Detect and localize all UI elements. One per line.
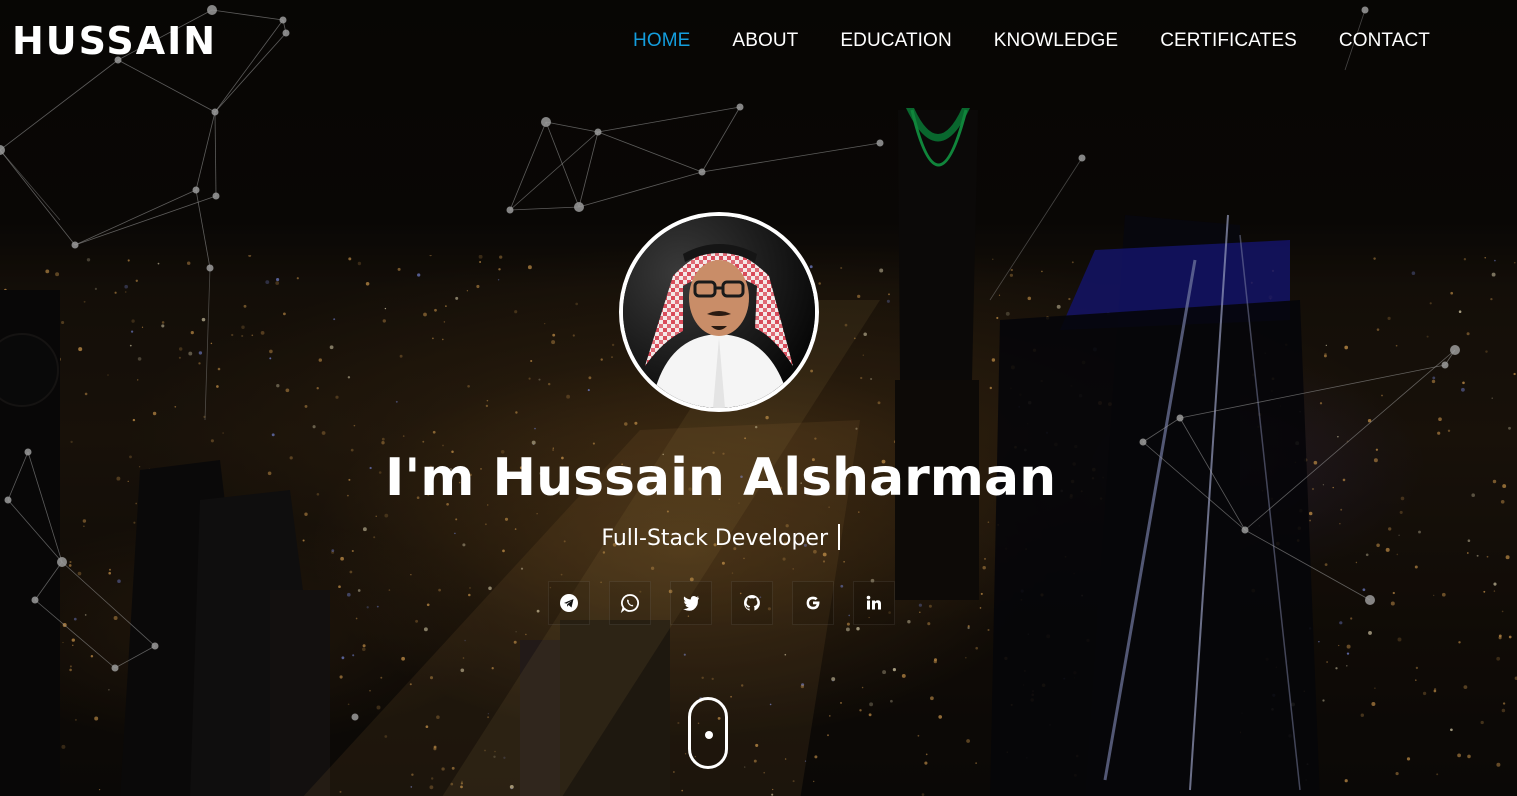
google-icon: [806, 596, 820, 610]
brand-logo[interactable]: HUSSAIN: [12, 18, 217, 64]
github-button[interactable]: [731, 581, 773, 625]
hero-title-wrap: I'm Hussain Alsharman: [385, 447, 1057, 509]
whatsapp-icon: [620, 594, 639, 613]
typed-role: Full-Stack Developer: [601, 526, 828, 551]
typing-caret: [838, 524, 840, 550]
nav-knowledge[interactable]: KNOWLEDGE: [994, 30, 1118, 52]
nav-contact[interactable]: CONTACT: [1339, 30, 1430, 52]
nav-about[interactable]: ABOUT: [732, 30, 798, 52]
linkedin-button[interactable]: [853, 581, 895, 625]
scroll-down-indicator[interactable]: [688, 697, 728, 769]
profile-avatar: [619, 212, 819, 412]
social-links: [548, 581, 895, 625]
hero-subtitle: Full-Stack Developer: [500, 524, 840, 553]
whatsapp-button[interactable]: [609, 581, 651, 625]
main-nav: HOME ABOUT EDUCATION KNOWLEDGE CERTIFICA…: [591, 30, 1430, 52]
nav-certificates[interactable]: CERTIFICATES: [1160, 30, 1297, 52]
linkedin-icon: [866, 595, 881, 610]
nav-education[interactable]: EDUCATION: [840, 30, 951, 52]
twitter-icon: [683, 596, 699, 611]
scroll-dot: [705, 731, 713, 739]
hero-title: I'm Hussain Alsharman: [385, 448, 1057, 508]
twitter-button[interactable]: [670, 581, 712, 625]
telegram-button[interactable]: [548, 581, 590, 625]
telegram-icon: [560, 594, 578, 612]
google-button[interactable]: [792, 581, 834, 625]
hero-section: HUSSAIN HOME ABOUT EDUCATION KNOWLEDGE C…: [0, 0, 1517, 796]
github-icon: [743, 595, 760, 611]
nav-home[interactable]: HOME: [633, 30, 690, 52]
